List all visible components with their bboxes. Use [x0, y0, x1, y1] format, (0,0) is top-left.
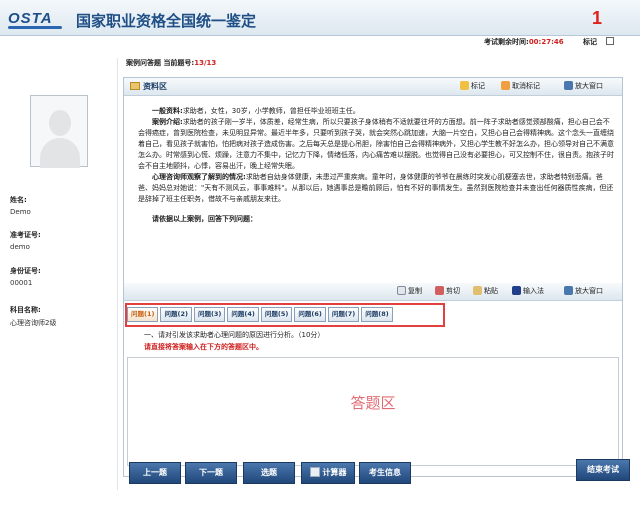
- question-header: 案例问答题 当前题号:13/13: [126, 58, 216, 68]
- answer-toolbar: 复制 剪切 粘贴 输入法 放大窗口: [124, 283, 622, 301]
- page-title: 国家职业资格全国统一鉴定: [76, 12, 257, 30]
- header-bar: OSTA 国家职业资格全国统一鉴定 1: [0, 0, 640, 36]
- candidate-info-button[interactable]: 考生信息: [359, 462, 411, 484]
- window-icon: [564, 286, 573, 295]
- avatar: [30, 95, 88, 168]
- ime-text: 输入法: [523, 287, 544, 295]
- answer-placeholder: 答题区: [350, 394, 396, 412]
- avatar-body: [40, 138, 80, 168]
- tab-question-1[interactable]: 问题(1): [127, 307, 159, 322]
- eraser-icon: [501, 81, 510, 90]
- tab-question-7[interactable]: 问题(7): [327, 307, 360, 322]
- copy-button[interactable]: 复制: [397, 286, 422, 296]
- intro-label: 案例介绍:: [152, 118, 183, 126]
- mark-button[interactable]: 标记: [460, 81, 485, 91]
- mark-label: 标记: [583, 38, 597, 46]
- case-general: 一般资料:求助者，女性，30岁，小学教师，曾担任毕业班班主任。: [138, 106, 616, 117]
- tab-question-5[interactable]: 问题(5): [260, 307, 293, 322]
- case-material: 一般资料:求助者，女性，30岁，小学教师，曾担任毕业班班主任。 案例介绍:求助者…: [138, 106, 616, 225]
- case-intro: 案例介绍:求助者的孩子刚一岁半，体质差，经常生病，所以只要孩子身体稍有不适就要往…: [138, 117, 616, 172]
- next-question-button[interactable]: 下一题: [185, 462, 237, 484]
- material-toolbar: 资料区 标记 取消标记 放大窗口: [124, 78, 622, 96]
- copy-icon: [397, 286, 406, 295]
- answer-zoom-button[interactable]: 放大窗口: [564, 286, 603, 296]
- intro-text: 求助者的孩子刚一岁半，体质差，经常生病，所以只要孩子身体稍有不适就要往坏的方面想…: [138, 118, 614, 170]
- question-tabs: 问题(1) 问题(2) 问题(3) 问题(4) 问题(5) 问题(6) 问题(7…: [127, 307, 393, 323]
- paste-button[interactable]: 粘贴: [473, 286, 498, 296]
- answer-area[interactable]: 答题区: [127, 357, 619, 466]
- answer-zoom-text: 放大窗口: [575, 287, 603, 295]
- candidate-name: 姓名: Demo: [10, 195, 31, 216]
- select-question-button[interactable]: 选题: [243, 462, 295, 484]
- case-ask: 请依据以上案例，回答下列问题：: [152, 215, 257, 223]
- paste-text: 粘贴: [484, 287, 498, 295]
- general-label: 一般资料:: [152, 107, 183, 115]
- avatar-head: [49, 110, 71, 136]
- candidate-subject: 科目名称: 心理咨询师2级: [10, 305, 56, 328]
- question-number-label: 当前题号:: [163, 59, 195, 67]
- mark-checkbox[interactable]: [606, 37, 614, 45]
- candidate-admission: 准考证号: demo: [10, 230, 41, 251]
- scissors-icon: [435, 286, 444, 295]
- question-count: 13/13: [194, 59, 217, 67]
- candidate-id: 身份证号: 00001: [10, 266, 41, 287]
- material-zoom-button[interactable]: 放大窗口: [564, 81, 603, 91]
- question-tip: 请直接将答案输入在下方的答题区中。: [144, 343, 263, 351]
- cut-button[interactable]: 剪切: [435, 286, 460, 296]
- unmark-button[interactable]: 取消标记: [501, 81, 540, 91]
- clipboard-icon: [473, 286, 482, 295]
- logo-swoosh: [8, 26, 62, 29]
- window-icon: [564, 81, 573, 90]
- admission-value: demo: [10, 243, 30, 251]
- id-value: 00001: [10, 279, 33, 287]
- material-zoom-text: 放大窗口: [575, 82, 603, 90]
- subject-value: 心理咨询师2级: [10, 319, 57, 327]
- timer-value: 00:27:46: [528, 38, 564, 46]
- name-value: Demo: [10, 208, 31, 216]
- timer-label: 考试剩余时间:: [484, 38, 529, 46]
- tab-question-6[interactable]: 问题(6): [294, 307, 326, 322]
- footer: [0, 490, 640, 505]
- observe-label: 心理咨询师观察了解到的情况:: [152, 173, 246, 181]
- calculator-icon: [309, 467, 320, 477]
- general-text: 求助者，女性，30岁，小学教师，曾担任毕业班班主任。: [182, 107, 360, 115]
- question-text: 一、请对引发该求助者心理问题的原因进行分析。（10分）: [144, 331, 325, 339]
- timer: 考试剩余时间:00:27:46: [484, 37, 564, 47]
- end-exam-button[interactable]: 结束考试: [576, 459, 630, 481]
- book-icon: [130, 82, 140, 90]
- cut-text: 剪切: [446, 287, 460, 295]
- case-observe: 心理咨询师观察了解到的情况:求助者自幼身体健康，未患过严重疾病。童年时，身体健康…: [138, 172, 616, 205]
- name-label: 姓名:: [10, 196, 27, 204]
- subject-label: 科目名称:: [10, 306, 41, 314]
- question-type: 案例问答题: [126, 59, 161, 67]
- tab-question-8[interactable]: 问题(8): [361, 307, 393, 322]
- candidate-sidebar: 姓名: Demo 准考证号: demo 身份证号: 00001 科目名称: 心理…: [0, 58, 118, 490]
- pencil-icon: [460, 81, 469, 90]
- keyboard-icon: [512, 286, 521, 295]
- calculator-text: 计算器: [322, 468, 347, 477]
- ime-button[interactable]: 输入法: [512, 286, 544, 296]
- tab-question-4[interactable]: 问题(4): [227, 307, 259, 322]
- admission-label: 准考证号:: [10, 231, 41, 239]
- annotation-number: 1: [592, 8, 603, 28]
- tab-question-2[interactable]: 问题(2): [160, 307, 192, 322]
- copy-text: 复制: [408, 287, 422, 295]
- mark-text: 标记: [471, 82, 485, 90]
- material-title-text: 资料区: [143, 82, 167, 91]
- calculator-button[interactable]: 计算器: [301, 462, 355, 484]
- question-panel: 资料区 标记 取消标记 放大窗口 一般资料:求助者，女性，30岁，小学教师，曾担…: [123, 77, 623, 477]
- tab-question-3[interactable]: 问题(3): [193, 307, 226, 322]
- id-label: 身份证号:: [10, 267, 41, 275]
- material-title: 资料区: [130, 81, 167, 92]
- osta-logo: OSTA: [8, 10, 53, 27]
- prev-question-button[interactable]: 上一题: [129, 462, 181, 484]
- unmark-text: 取消标记: [512, 82, 540, 90]
